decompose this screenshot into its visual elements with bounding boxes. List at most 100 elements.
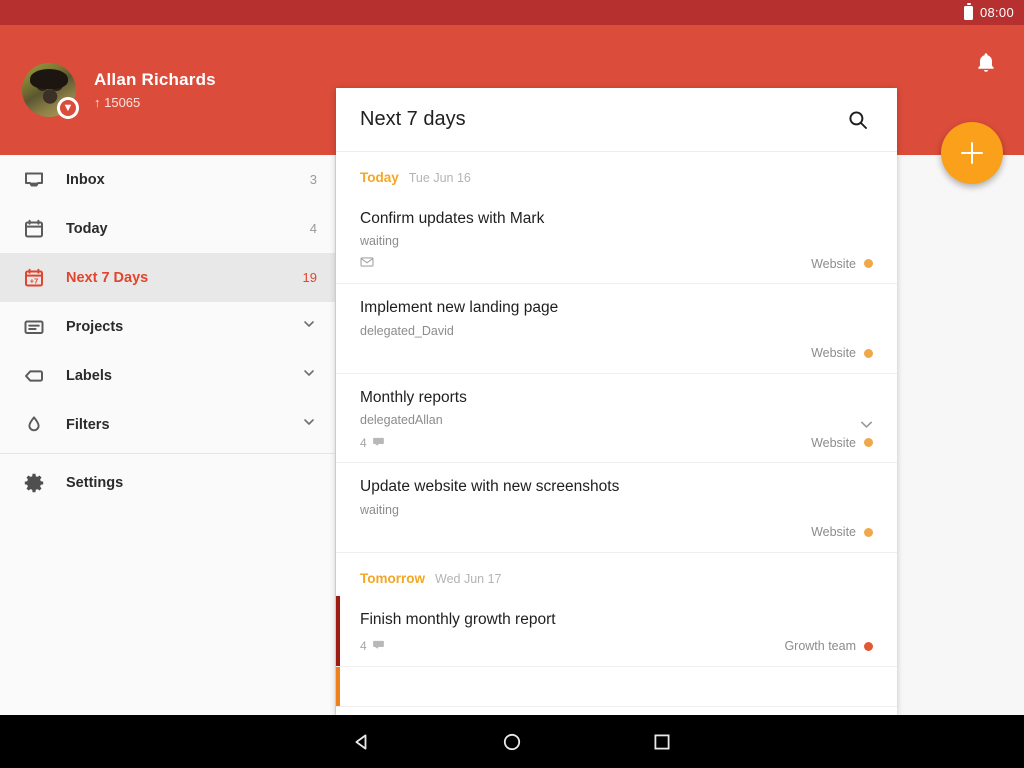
task-project[interactable]: Website — [811, 346, 873, 360]
task-row[interactable]: Implement new landing page delegated_Dav… — [336, 284, 897, 373]
battery-icon — [964, 6, 973, 20]
karma-badge-icon: ▼ — [57, 97, 79, 119]
chevron-down-icon[interactable] — [301, 316, 317, 337]
task-title: Implement new landing page — [360, 298, 873, 317]
task-row[interactable]: Monthly reports delegatedAllan 4 Website — [336, 374, 897, 463]
sidebar-item-settings[interactable]: Settings — [0, 458, 335, 507]
task-meta: 4 — [360, 638, 784, 654]
sidebar-item-count: 3 — [310, 172, 317, 187]
task-meta — [360, 255, 811, 272]
comment-icon — [372, 638, 385, 654]
task-list-panel: Next 7 days Today Tue Jun 16 Confirm upd… — [336, 88, 897, 715]
karma-badge-inner: ▼ — [60, 100, 76, 116]
page-title: Next 7 days — [360, 108, 841, 131]
add-task-fab[interactable] — [941, 122, 1003, 184]
project-color-dot — [864, 259, 873, 268]
task-project-label: Website — [811, 436, 856, 450]
sidebar-item-filters[interactable]: Filters — [0, 400, 335, 449]
user-text-block: Allan Richards ↑ 15065 — [94, 70, 216, 110]
chevron-down-icon[interactable] — [301, 414, 317, 435]
sidebar-item-inbox[interactable]: Inbox 3 — [0, 155, 335, 204]
priority-bar — [336, 667, 340, 706]
date-header: Tomorrow Wed Jun 17 — [336, 553, 897, 596]
task-subtitle: waiting — [360, 234, 873, 248]
task-footer: Website — [360, 524, 873, 541]
task-row[interactable]: Finish monthly growth report 4 Growth te… — [336, 596, 897, 667]
sidebar-item-count: 4 — [310, 221, 317, 236]
chevron-down-icon[interactable] — [301, 365, 317, 386]
project-color-dot — [864, 438, 873, 447]
project-color-dot — [864, 642, 873, 651]
android-nav-bar — [0, 715, 1024, 768]
sidebar-divider — [0, 453, 335, 454]
sidebar-item-label: Filters — [66, 417, 281, 433]
task-project-label: Growth team — [784, 639, 856, 653]
filter-drop-icon — [22, 413, 46, 437]
sidebar-item-label: Today — [66, 221, 290, 237]
date-absolute: Tue Jun 16 — [409, 171, 471, 185]
notification-bell-icon[interactable] — [966, 43, 1006, 83]
task-project-label: Website — [811, 525, 856, 539]
date-relative: Tomorrow — [360, 571, 425, 586]
gear-icon — [22, 471, 46, 495]
status-bar: 08:00 — [0, 0, 1024, 25]
project-color-dot — [864, 528, 873, 537]
task-subtitle: delegated_David — [360, 324, 873, 338]
search-icon[interactable] — [841, 103, 875, 137]
label-tag-icon — [22, 364, 46, 388]
plus-icon-cross — [961, 152, 983, 155]
task-title: Update website with new screenshots — [360, 477, 873, 496]
task-project[interactable]: Growth team — [784, 639, 873, 653]
user-profile-block[interactable]: ▼ Allan Richards ↑ 15065 — [22, 63, 216, 117]
date-header: Today Tue Jun 16 — [336, 152, 897, 195]
task-comment-count: 4 — [360, 639, 367, 653]
date-absolute: Wed Jun 17 — [435, 572, 501, 586]
home-circle-icon[interactable] — [437, 715, 587, 768]
sidebar-item-label: Labels — [66, 368, 281, 384]
task-project-label: Website — [811, 257, 856, 271]
calendar-icon — [22, 217, 46, 241]
panel-header: Next 7 days — [336, 88, 897, 152]
task-row[interactable]: Confirm updates with Mark waiting Websit… — [336, 195, 897, 284]
inbox-icon — [22, 168, 46, 192]
task-subtitle: waiting — [360, 503, 873, 517]
sidebar-item-count: 19 — [303, 270, 317, 285]
sidebar-item-label: Inbox — [66, 172, 290, 188]
task-project[interactable]: Website — [811, 257, 873, 271]
task-project[interactable]: Website — [811, 525, 873, 539]
sidebar-item-label: Projects — [66, 319, 281, 335]
sidebar-item-labels[interactable]: Labels — [0, 351, 335, 400]
task-title: Monthly reports — [360, 388, 873, 407]
task-footer: Website — [360, 255, 873, 272]
avatar-wrapper[interactable]: ▼ — [22, 63, 76, 117]
task-row-partial[interactable] — [336, 667, 897, 707]
priority-bar — [336, 596, 340, 666]
task-footer: 4 Growth team — [360, 638, 873, 655]
sidebar-item-label: Next 7 Days — [66, 270, 283, 286]
task-comment-count: 4 — [360, 436, 367, 450]
email-icon — [360, 255, 374, 272]
user-karma: ↑ 15065 — [94, 95, 216, 110]
calendar-7-icon: +7 — [22, 266, 46, 290]
recents-square-icon[interactable] — [587, 715, 737, 768]
task-project-label: Website — [811, 346, 856, 360]
task-subtitle: delegatedAllan — [360, 413, 873, 427]
date-relative: Today — [360, 170, 399, 185]
status-bar-clock: 08:00 — [980, 5, 1014, 20]
svg-text:+7: +7 — [30, 276, 38, 285]
sidebar-item-next-7-days[interactable]: +7 Next 7 Days 19 — [0, 253, 335, 302]
tablet-screen: 08:00 ▼ Allan Richards ↑ 15065 — [0, 0, 1024, 768]
task-row[interactable]: Update website with new screenshots wait… — [336, 463, 897, 552]
task-title: Finish monthly growth report — [360, 610, 873, 629]
sidebar: Inbox 3 Today 4 +7 — [0, 155, 336, 715]
user-name: Allan Richards — [94, 70, 216, 90]
back-triangle-icon[interactable] — [287, 715, 437, 768]
chevron-down-icon[interactable] — [858, 416, 875, 438]
project-color-dot — [864, 349, 873, 358]
sidebar-item-projects[interactable]: Projects — [0, 302, 335, 351]
comment-icon — [372, 435, 385, 451]
sidebar-item-label: Settings — [66, 475, 317, 491]
task-title: Confirm updates with Mark — [360, 209, 873, 228]
sidebar-item-today[interactable]: Today 4 — [0, 204, 335, 253]
task-footer: Website — [360, 345, 873, 362]
